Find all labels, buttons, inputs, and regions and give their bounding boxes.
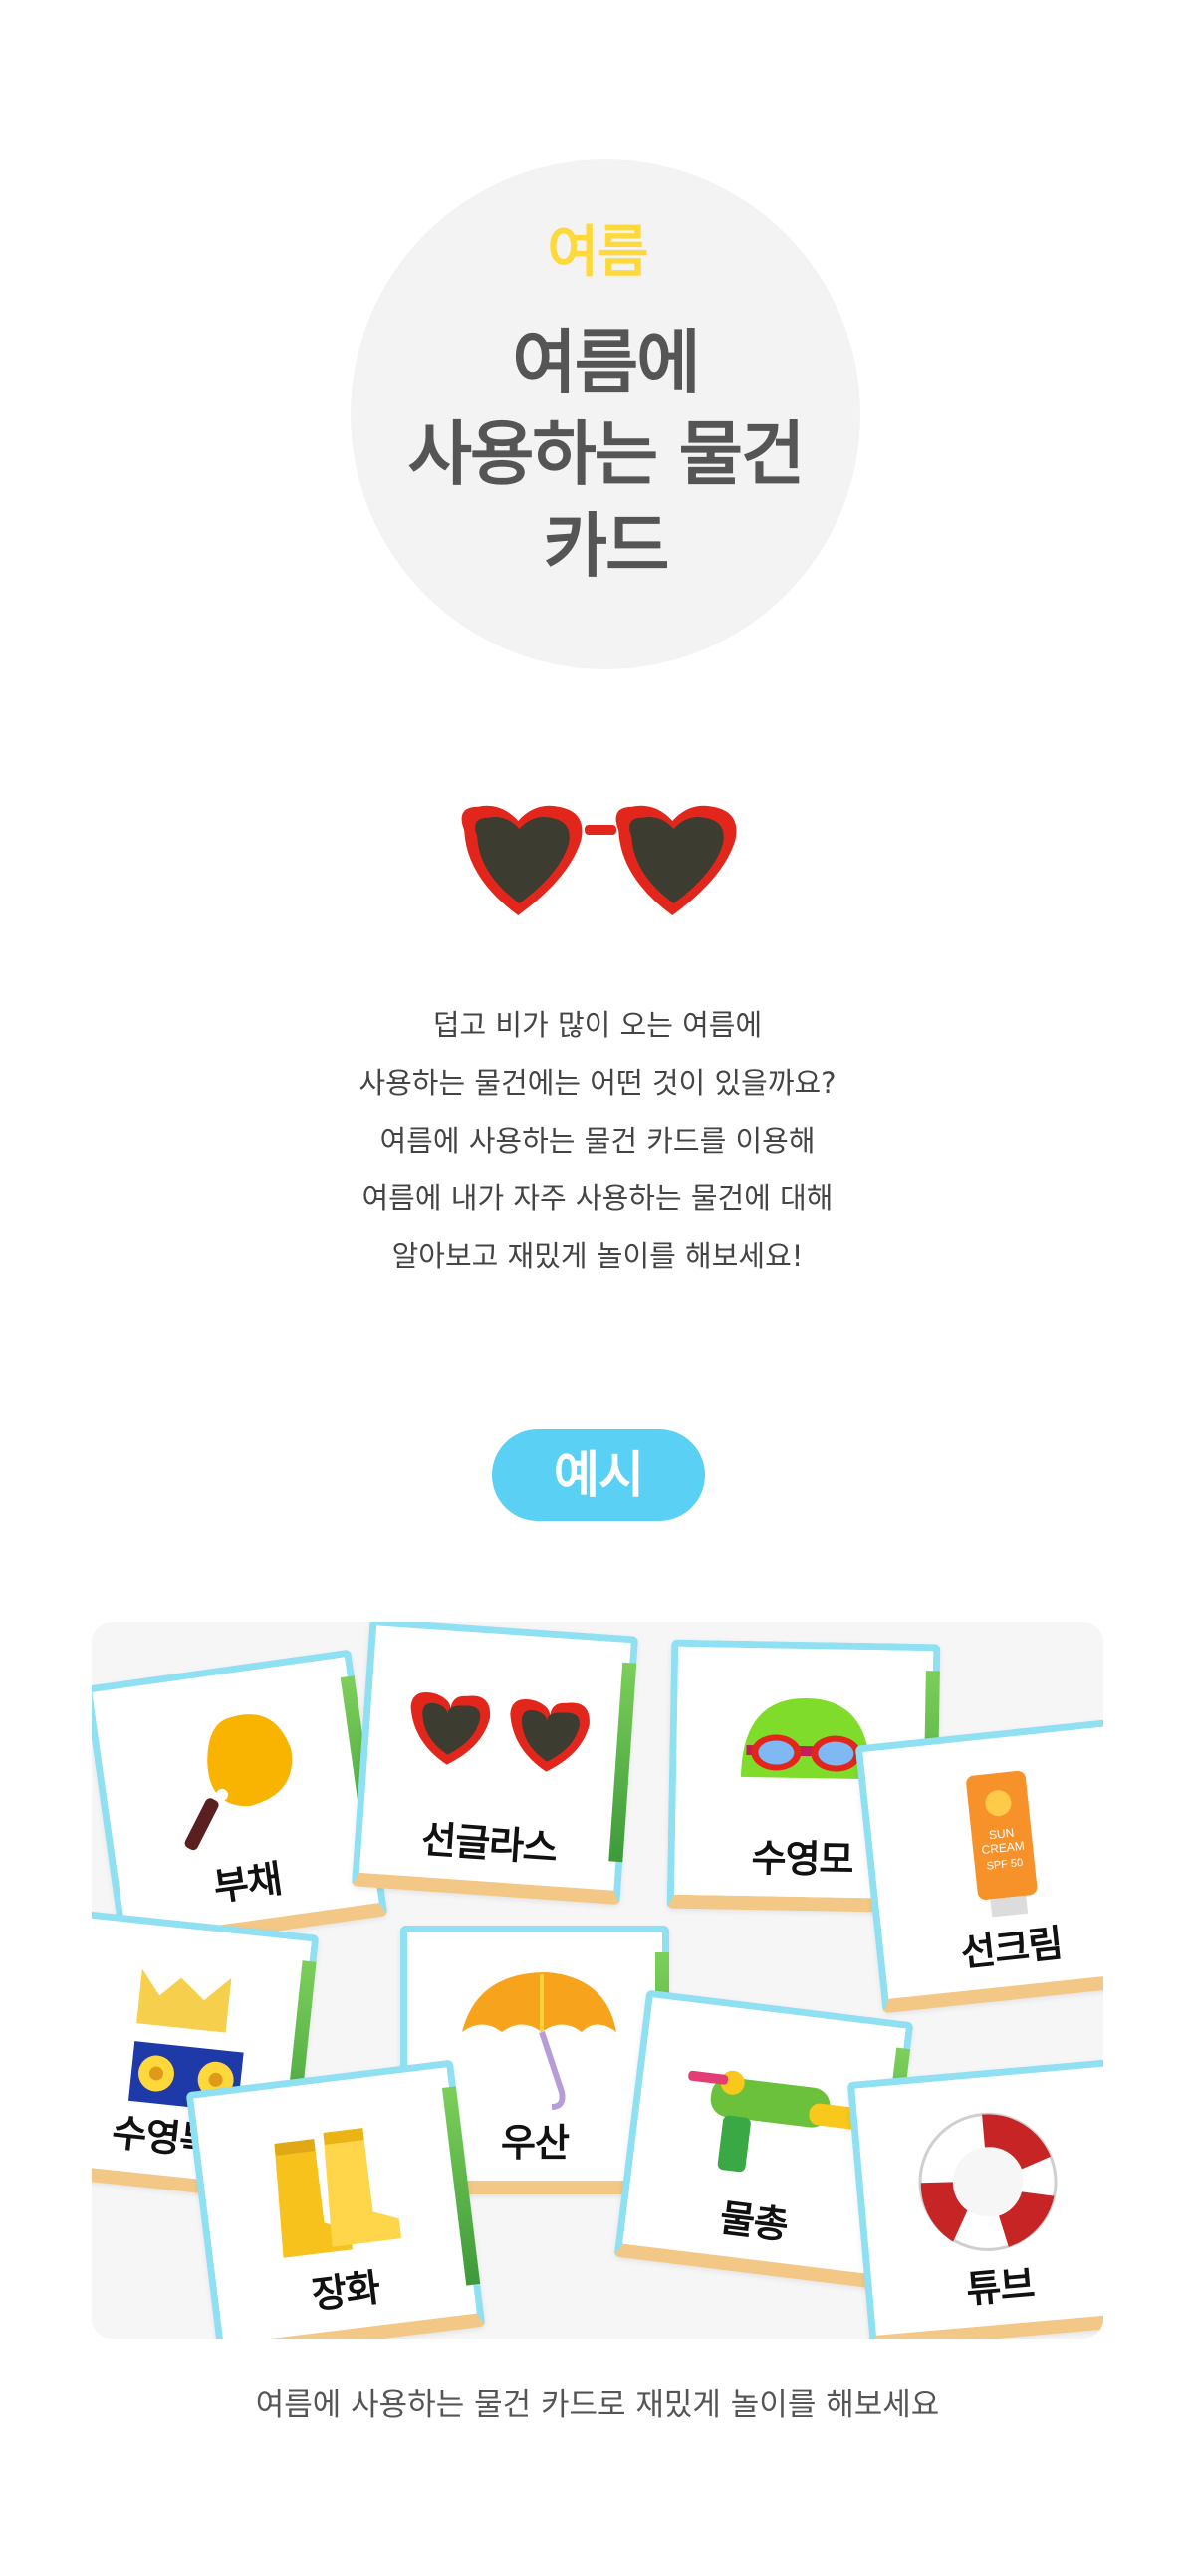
rain-boots-icon xyxy=(274,2128,402,2258)
intro-line: 여름에 사용하는 물건 카드를 이용해 xyxy=(379,1124,816,1158)
example-badge: 예시 xyxy=(492,1429,705,1521)
hero-category: 여름 xyxy=(547,220,648,285)
intro-line: 여름에 내가 자주 사용하는 물건에 대해 xyxy=(361,1181,834,1215)
hero-title: 여름에 사용하는 물건 카드 xyxy=(351,317,860,592)
heart-sunglasses-icon xyxy=(461,805,737,915)
intro-line: 덥고 비가 많이 오는 여름에 xyxy=(432,1008,763,1042)
card-sunscreen: SUN CREAM SPF 50 선크림 xyxy=(854,1717,1103,2014)
hero-title-line: 카드 xyxy=(543,505,670,587)
card-rain-boots: 장화 xyxy=(185,2059,486,2339)
sunscreen-icon: SUN CREAM SPF 50 xyxy=(966,1770,1038,1918)
intro-line: 알아보고 재밌게 놀이를 해보세요! xyxy=(391,1239,804,1273)
swim-ring-icon xyxy=(918,2112,1058,2251)
card-sunglasses: 선글라스 xyxy=(351,1622,639,1906)
water-gun-icon xyxy=(688,2070,864,2173)
caption: 여름에 사용하는 물건 카드로 재밌게 놀이를 해보세요 xyxy=(255,2387,940,2423)
hero-title-line: 사용하는 물건 xyxy=(407,413,806,495)
intro-text: 덥고 비가 많이 오는 여름에 사용하는 물건에는 어떤 것이 있을까요? 여름… xyxy=(0,996,1195,1285)
example-card-board: 부채 선글라스 수영모 SUN CREAM SPF 50 선크림 수영복 우산 … xyxy=(92,1622,1103,2339)
hand-fan-icon xyxy=(184,1714,293,1851)
intro-line: 사용하는 물건에는 어떤 것이 있을까요? xyxy=(358,1066,836,1100)
card-hand-fan: 부채 xyxy=(92,1649,388,1953)
umbrella-icon xyxy=(462,1972,616,2110)
hero-title-line: 여름에 xyxy=(512,322,700,403)
card-swim-ring: 튜브 xyxy=(846,2058,1103,2339)
sunglasses-icon xyxy=(410,1692,590,1772)
